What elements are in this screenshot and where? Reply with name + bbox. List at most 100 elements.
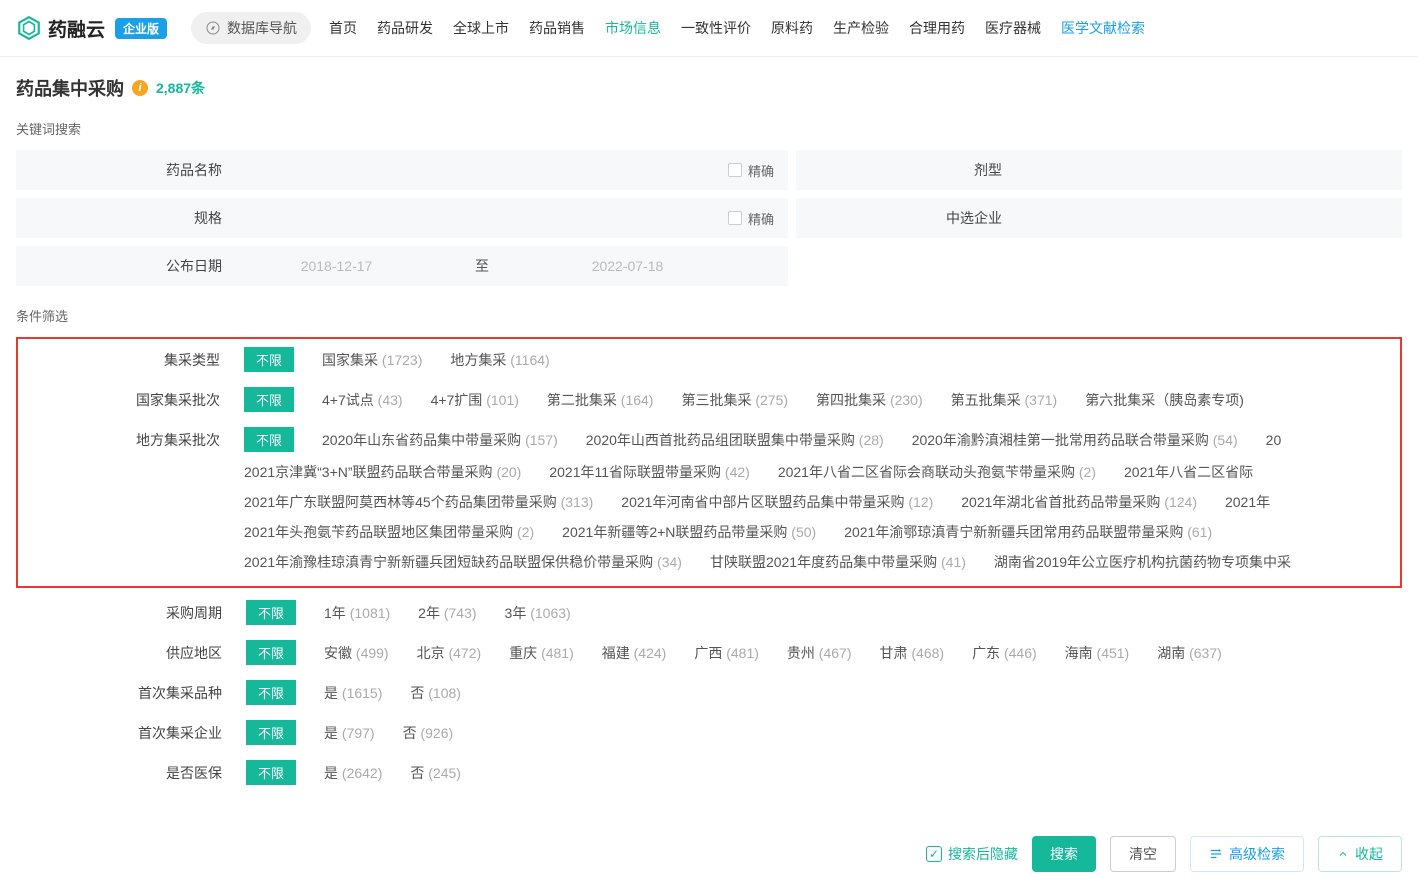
menu-item-1[interactable]: 药品研发 xyxy=(377,18,433,38)
search-button[interactable]: 搜索 xyxy=(1032,836,1096,872)
filter-opt[interactable]: 2021年广东联盟阿莫西林等45个药品集团带量采购 (313) xyxy=(244,492,593,512)
filter-opt[interactable]: 北京 (472) xyxy=(417,643,482,663)
filter-opt[interactable]: 安徽 (499) xyxy=(324,643,389,663)
filter-count: (1615) xyxy=(342,685,382,701)
filter-opt[interactable]: 第六批集采（胰岛素专项) xyxy=(1085,390,1244,410)
filter-opt[interactable]: 否 (108) xyxy=(410,683,461,703)
filter-opt[interactable]: 湖南 (637) xyxy=(1157,643,1222,663)
filter-opt[interactable]: 湖南省2019年公立医疗机构抗菌药物专项集中采 xyxy=(994,552,1291,572)
filter-opt[interactable]: 4+7扩围 (101) xyxy=(431,390,519,410)
filter-count: (124) xyxy=(1164,494,1197,510)
filter-opt[interactable]: 2021年 xyxy=(1225,492,1270,512)
spec-precise[interactable]: 精确 xyxy=(728,209,788,228)
filter-opt-all[interactable]: 不限 xyxy=(244,427,294,452)
drug-name-precise[interactable]: 精确 xyxy=(728,161,788,180)
filter-count: (313) xyxy=(561,494,594,510)
filter-opt[interactable]: 20 xyxy=(1266,432,1282,448)
filter-opt[interactable]: 2年 (743) xyxy=(418,603,476,623)
filter-opt-all[interactable]: 不限 xyxy=(246,680,296,705)
filter-opt-all[interactable]: 不限 xyxy=(246,640,296,665)
brand-logo[interactable]: 药融云 企业版 xyxy=(16,15,167,42)
filter-table: 集采类型不限国家集采 (1723)地方集采 (1164)国家集采批次不限4+7试… xyxy=(16,337,1402,794)
menu-item-7[interactable]: 生产检验 xyxy=(833,18,889,38)
filter-opt[interactable]: 2021年新疆等2+N联盟药品带量采购 (50) xyxy=(562,522,816,542)
filter-count: (926) xyxy=(420,725,453,741)
filter-count: (157) xyxy=(525,432,558,448)
date-from-input[interactable] xyxy=(246,258,427,274)
filter-opt[interactable]: 2021年渝鄂琼滇青宁新新疆兵团常用药品联盟带量采购 (61) xyxy=(844,522,1212,542)
edition-badge: 企业版 xyxy=(115,18,167,39)
menu-item-0[interactable]: 首页 xyxy=(329,18,357,38)
filter-opt-all[interactable]: 不限 xyxy=(246,600,296,625)
filter-opt[interactable]: 第三批集采 (275) xyxy=(681,390,788,410)
dosage-form-input[interactable] xyxy=(1026,162,1402,178)
filter-label: 采购周期 xyxy=(16,594,246,623)
filter-opt[interactable]: 第二批集采 (164) xyxy=(547,390,654,410)
filter-opt[interactable]: 第四批集采 (230) xyxy=(816,390,923,410)
filter-count: (43) xyxy=(378,392,403,408)
winner-input[interactable] xyxy=(1026,210,1402,226)
filter-opt[interactable]: 1年 (1081) xyxy=(324,603,390,623)
filter-opt-all[interactable]: 不限 xyxy=(246,720,296,745)
spec-label: 规格 xyxy=(16,208,246,228)
filter-opt[interactable]: 海南 (451) xyxy=(1065,643,1130,663)
menu-item-9[interactable]: 医疗器械 xyxy=(985,18,1041,38)
filter-opt[interactable]: 甘肃 (468) xyxy=(879,643,944,663)
filter-opt-all[interactable]: 不限 xyxy=(244,387,294,412)
filter-count: (1063) xyxy=(530,605,570,621)
menu-item-8[interactable]: 合理用药 xyxy=(909,18,965,38)
filter-opt[interactable]: 甘陕联盟2021年度药品集中带量采购 (41) xyxy=(710,552,966,572)
main-menu: 首页药品研发全球上市药品销售市场信息一致性评价原料药生产检验合理用药医疗器械医学… xyxy=(329,18,1145,38)
filter-opt[interactable]: 国家集采 (1723) xyxy=(322,350,422,370)
menu-item-3[interactable]: 药品销售 xyxy=(529,18,585,38)
menu-item-4[interactable]: 市场信息 xyxy=(605,18,661,38)
filter-opt[interactable]: 2020年渝黔滇湘桂第一批常用药品联合带量采购 (54) xyxy=(912,430,1238,450)
filter-opt[interactable]: 重庆 (481) xyxy=(509,643,574,663)
menu-item-2[interactable]: 全球上市 xyxy=(453,18,509,38)
filter-opt[interactable]: 2021年八省二区省际 xyxy=(1124,462,1253,482)
filter-opt[interactable]: 2020年山东省药品集中带量采购 (157) xyxy=(322,430,558,450)
filter-opt[interactable]: 3年 (1063) xyxy=(505,603,571,623)
filter-opt[interactable]: 广东 (446) xyxy=(972,643,1037,663)
hide-after-search[interactable]: ✓ 搜索后隐藏 xyxy=(926,844,1018,864)
drug-name-input[interactable] xyxy=(246,162,728,178)
collapse-button[interactable]: 收起 xyxy=(1318,836,1402,872)
adv-search-button[interactable]: 高级检索 xyxy=(1190,836,1304,872)
filter-opt[interactable]: 2021年11省际联盟带量采购 (42) xyxy=(549,462,749,482)
menu-item-6[interactable]: 原料药 xyxy=(771,18,813,38)
filter-opt[interactable]: 2021年头孢氨苄药品联盟地区集团带量采购 (2) xyxy=(244,522,534,542)
filter-opt[interactable]: 是 (2642) xyxy=(324,763,382,783)
filter-opt[interactable]: 4+7试点 (43) xyxy=(322,390,403,410)
filter-opt[interactable]: 地方集采 (1164) xyxy=(450,350,549,370)
filter-opt[interactable]: 2020年山西首批药品组团联盟集中带量采购 (28) xyxy=(586,430,884,450)
spec-input[interactable] xyxy=(246,210,728,226)
filter-opt[interactable]: 福建 (424) xyxy=(602,643,667,663)
filter-opt[interactable]: 否 (245) xyxy=(410,763,461,783)
filter-opt[interactable]: 2021年湖北省首批药品带量采购 (124) xyxy=(961,492,1197,512)
filter-opt[interactable]: 否 (926) xyxy=(403,723,454,743)
filter-row-insured: 是否医保不限是 (2642)否 (245) xyxy=(16,754,1402,794)
filter-opt[interactable]: 2021年八省二区省际会商联动头孢氨苄带量采购 (2) xyxy=(778,462,1096,482)
filter-opt-all[interactable]: 不限 xyxy=(246,760,296,785)
page-title: 药品集中采购 xyxy=(16,75,124,101)
filter-count: (28) xyxy=(859,432,884,448)
filter-opt[interactable]: 是 (797) xyxy=(324,723,375,743)
db-nav-button[interactable]: 数据库导航 xyxy=(191,12,311,44)
clear-button[interactable]: 清空 xyxy=(1110,836,1176,872)
filter-label: 供应地区 xyxy=(16,634,246,663)
filter-opt[interactable]: 贵州 (467) xyxy=(787,643,852,663)
filter-opt-all[interactable]: 不限 xyxy=(244,347,294,372)
info-icon[interactable]: i xyxy=(132,80,148,96)
filter-row-region: 供应地区不限 安徽 (499) 北京 (472) 重庆 (481) 福建 (424) 广西… xyxy=(16,634,1402,674)
menu-item-5[interactable]: 一致性评价 xyxy=(681,18,751,38)
filter-count: (468) xyxy=(911,645,944,661)
filter-opt[interactable]: 第五批集采 (371) xyxy=(951,390,1058,410)
date-to-input[interactable] xyxy=(537,258,718,274)
filter-opt[interactable]: 2021年渝豫桂琼滇青宁新新疆兵团短缺药品联盟保供稳价带量采购 (34) xyxy=(244,552,682,572)
filter-opt[interactable]: 2021年河南省中部片区联盟药品集中带量采购 (12) xyxy=(621,492,933,512)
filter-count: (101) xyxy=(486,392,519,408)
filter-opt[interactable]: 广西 (481) xyxy=(694,643,759,663)
menu-item-10[interactable]: 医学文献检索 xyxy=(1061,18,1145,38)
filter-opt[interactable]: 是 (1615) xyxy=(324,683,382,703)
filter-opt[interactable]: 2021京津冀“3+N”联盟药品联合带量采购 (20) xyxy=(244,462,521,482)
